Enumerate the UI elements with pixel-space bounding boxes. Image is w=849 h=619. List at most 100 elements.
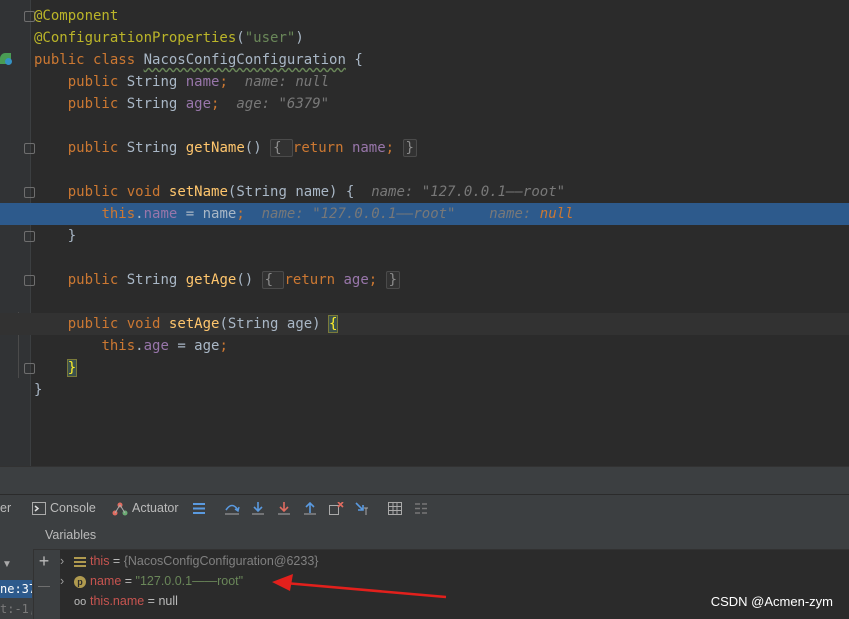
code-text: this.age = age; xyxy=(34,335,228,357)
code-token: name xyxy=(185,74,220,90)
expand-chevron-icon[interactable]: › xyxy=(60,551,74,571)
code-token: ; xyxy=(236,206,245,222)
variables-title: Variables xyxy=(45,528,97,542)
code-token: class xyxy=(93,52,144,68)
code-line[interactable]: @ConfigurationProperties("user") xyxy=(0,27,849,49)
step-out-icon[interactable] xyxy=(303,501,317,515)
code-line[interactable] xyxy=(0,115,849,137)
tab-actuator[interactable]: Actuator xyxy=(132,495,179,522)
code-token: getName xyxy=(185,140,245,156)
variable-value: "127.0.0.1——root" xyxy=(135,574,244,588)
code-line[interactable]: public class NacosConfigConfiguration { xyxy=(0,49,849,71)
code-token: public xyxy=(67,96,127,112)
code-token: ; xyxy=(219,338,228,354)
frame-item[interactable]: t:-1, N xyxy=(0,600,32,618)
step-into-icon[interactable] xyxy=(251,502,265,515)
variable-name: this.name xyxy=(90,594,145,608)
code-line[interactable]: public String getAge() { return age; } xyxy=(0,269,849,291)
code-text: @ConfigurationProperties("user") xyxy=(34,27,304,49)
code-line[interactable] xyxy=(0,291,849,313)
code-token: } xyxy=(34,382,43,398)
show-execution-point-icon[interactable] xyxy=(192,502,206,515)
code-token: } xyxy=(34,228,77,244)
debug-toolbar: er Console Actuator xyxy=(0,494,849,522)
variable-value: {NacosConfigConfiguration@6233} xyxy=(123,554,319,568)
code-line[interactable] xyxy=(0,247,849,269)
code-token: setName xyxy=(168,184,228,200)
run-to-cursor-icon[interactable] xyxy=(355,502,369,515)
evaluate-expression-icon[interactable] xyxy=(388,502,402,515)
code-token: String xyxy=(126,140,186,156)
code-token: public xyxy=(67,184,127,200)
code-token: void xyxy=(126,316,169,332)
watch-glasses-icon: oo xyxy=(74,596,87,608)
code-line[interactable]: @Component xyxy=(0,5,849,27)
frames-dropdown-icon[interactable]: ▼ xyxy=(2,559,12,570)
code-line[interactable] xyxy=(0,159,849,181)
force-step-into-icon[interactable] xyxy=(277,502,291,515)
code-line[interactable]: } xyxy=(0,225,849,247)
code-text: } xyxy=(34,357,78,379)
code-editor[interactable]: @Component @ConfigurationProperties("user… xyxy=(0,0,849,466)
tab-console[interactable]: Console xyxy=(50,495,96,522)
code-token: (String age) xyxy=(219,316,330,332)
expand-chevron-icon[interactable]: › xyxy=(60,571,74,591)
code-token: { xyxy=(327,315,339,333)
actuator-icon[interactable] xyxy=(112,502,128,516)
code-token: age xyxy=(343,272,369,288)
code-token: void xyxy=(126,184,169,200)
add-watch-icon[interactable]: + xyxy=(36,552,52,570)
code-token: "user" xyxy=(244,30,296,46)
field-icon xyxy=(74,556,86,567)
code-token: } xyxy=(402,139,417,157)
code-token: = age xyxy=(168,338,220,354)
code-token: this xyxy=(101,338,136,354)
code-token: } xyxy=(385,271,401,289)
code-token: name xyxy=(143,206,178,222)
code-token: ) xyxy=(295,30,304,46)
drop-frame-icon[interactable] xyxy=(329,501,344,515)
code-token: () xyxy=(244,140,271,156)
code-token: this xyxy=(101,206,136,222)
code-text: this.name = name; name: "127.0.0.1——root… xyxy=(34,203,573,225)
code-token: return xyxy=(284,272,344,288)
code-line[interactable]: this.age = age; xyxy=(0,335,849,357)
inline-debug-value: name: "127.0.0.1——root" name: xyxy=(244,206,540,222)
remove-watch-icon[interactable] xyxy=(38,586,50,587)
trace-current-stream-icon[interactable] xyxy=(414,502,428,515)
code-token: String xyxy=(126,96,186,112)
code-token: ; xyxy=(385,140,403,156)
code-line[interactable]: } xyxy=(0,379,849,401)
code-token: name xyxy=(351,140,386,156)
code-line[interactable]: this.name = name; name: "127.0.0.1——root… xyxy=(0,203,849,225)
code-token: String xyxy=(126,74,186,90)
code-text: public String age; age: "6379" xyxy=(34,93,329,115)
step-over-icon[interactable] xyxy=(224,502,240,515)
editor-bottom-divider xyxy=(0,466,849,495)
code-token: ; xyxy=(219,74,228,90)
tab-debugger[interactable]: er xyxy=(0,495,11,522)
console-icon[interactable] xyxy=(32,502,46,515)
variable-row-this-name[interactable]: oo this.name = null xyxy=(60,591,178,611)
code-line[interactable]: public String age; age: "6379" xyxy=(0,93,849,115)
code-line[interactable]: public String getName() { return name; } xyxy=(0,137,849,159)
frame-item-selected[interactable]: ne:37, xyxy=(0,580,32,598)
code-token: } xyxy=(66,359,78,377)
code-line[interactable]: public void setName(String name) { name:… xyxy=(0,181,849,203)
code-token: . xyxy=(135,206,144,222)
code-token: { xyxy=(345,52,363,68)
code-line[interactable]: public String name; name: null xyxy=(0,71,849,93)
variable-row-this[interactable]: › this = {NacosConfigConfiguration@6233} xyxy=(60,551,318,571)
code-line[interactable]: } xyxy=(0,357,849,379)
code-token: public xyxy=(34,52,94,68)
code-line[interactable]: public void setAge(String age) { xyxy=(0,313,849,335)
code-text: public String getAge() { return age; } xyxy=(34,269,401,291)
variable-equals: = xyxy=(121,574,136,588)
variable-row-name[interactable]: › p name = "127.0.0.1——root" xyxy=(60,571,243,591)
parameter-icon: p xyxy=(74,575,86,588)
